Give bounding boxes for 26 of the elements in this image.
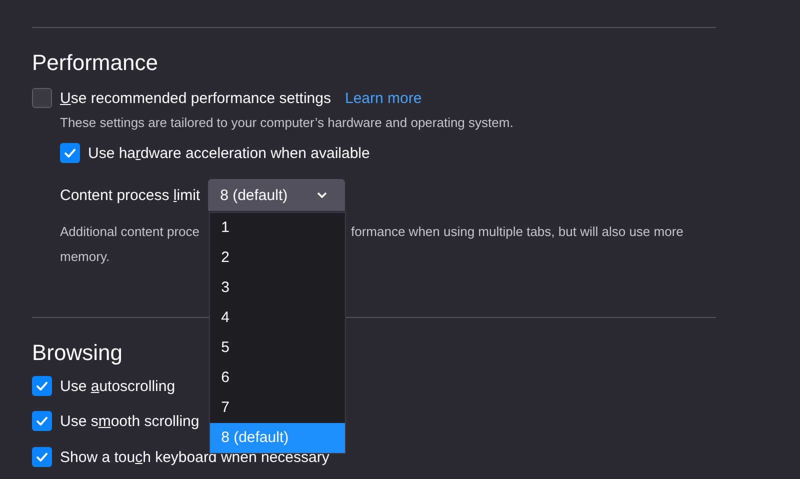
section-heading: Performance: [32, 50, 158, 76]
dropdown-option[interactable]: 6: [210, 363, 346, 393]
checkbox-label: Use smooth scrolling: [60, 412, 200, 430]
chevron-down-icon: [317, 192, 328, 198]
dropdown-option[interactable]: 4: [210, 303, 346, 333]
dropdown-option[interactable]: 1: [210, 213, 346, 243]
checkbox[interactable]: [60, 143, 80, 163]
dropdown-option[interactable]: 2: [210, 243, 346, 273]
setting-description: These settings are tailored to your computer’s hardware and operating system.: [60, 115, 514, 130]
learn-more-link[interactable]: Learn more: [344, 90, 422, 106]
checkbox-label: Use autoscrolling: [60, 378, 176, 394]
checkbox[interactable]: [32, 376, 52, 396]
setting-description: memory.: [60, 249, 110, 264]
dropdown-label: Content process limit: [60, 186, 200, 204]
setting-description: formance when using multiple tabs, but will also use more: [351, 223, 684, 241]
checkbox[interactable]: [32, 88, 52, 108]
setting-description: Additional content proce: [60, 223, 200, 241]
checkbox-label: Use hardware acceleration when available: [88, 144, 370, 162]
checkbox[interactable]: [32, 411, 52, 431]
dropdown-option[interactable]: 3: [210, 273, 346, 303]
checkbox[interactable]: [32, 447, 52, 467]
checkbox-label: Use recommended performance settings: [60, 90, 331, 106]
process-limit-dropdown[interactable]: 8 (default): [208, 179, 346, 211]
dropdown-option[interactable]: 5: [210, 333, 346, 363]
dropdown-option[interactable]: 7: [210, 393, 346, 423]
section-heading: Browsing: [32, 340, 122, 366]
